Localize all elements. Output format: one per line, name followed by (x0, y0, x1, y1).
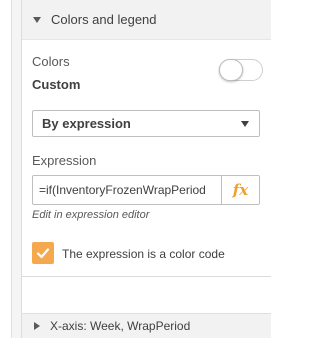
canvas-edge-segment (0, 0, 12, 338)
edit-expression-link[interactable]: Edit in expression editor (32, 209, 149, 221)
fx-icon[interactable]: fx (221, 176, 259, 204)
canvas-edge (0, 0, 22, 338)
caret-down-icon (33, 16, 41, 23)
colors-legend-header[interactable]: Colors and legend (22, 0, 271, 40)
expression-input[interactable]: =if(InventoryFrozenWrapPeriod fx (32, 175, 260, 205)
colors-legend-body: Colors Custom By expression Expression =… (22, 40, 271, 277)
expression-label: Expression (32, 153, 97, 168)
x-axis-header[interactable]: X-axis: Week, WrapPeriod (22, 313, 271, 338)
x-axis-title: X-axis: Week, WrapPeriod (50, 319, 191, 333)
spacer (22, 277, 271, 313)
check-icon (36, 248, 50, 259)
colors-label: Colors (32, 54, 70, 69)
auto-colors-toggle[interactable] (219, 59, 263, 81)
properties-panel-root: Colors and legend Colors Custom By expre… (0, 0, 271, 338)
expression-value[interactable]: =if(InventoryFrozenWrapPeriod (33, 183, 221, 197)
chevron-down-icon (241, 120, 249, 127)
color-code-checkbox[interactable] (32, 242, 54, 264)
section-title: Colors and legend (51, 12, 157, 27)
color-mode-dropdown[interactable]: By expression (32, 110, 260, 137)
color-mode-label: Custom (32, 77, 81, 92)
toggle-knob[interactable] (219, 59, 243, 81)
color-code-label: The expression is a color code (62, 247, 225, 261)
properties-panel: Colors and legend Colors Custom By expre… (22, 0, 271, 338)
caret-right-icon (34, 322, 40, 330)
dropdown-value: By expression (42, 116, 131, 131)
